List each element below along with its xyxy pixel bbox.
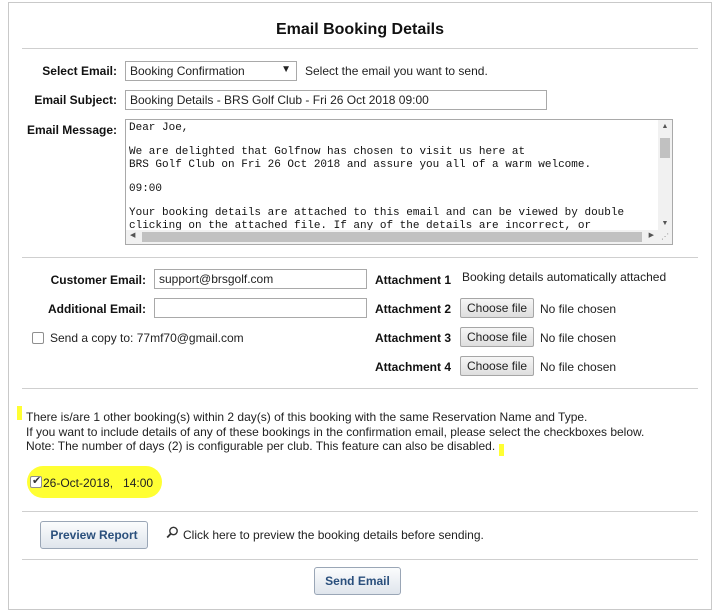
send-email-button[interactable]: Send Email	[314, 567, 401, 595]
highlight-mark	[17, 406, 22, 420]
attachment-4-label: Attachment 4	[375, 360, 452, 374]
magnifier-icon	[166, 526, 179, 542]
message-horizontal-scrollbar[interactable]: ◀ ▶	[126, 230, 658, 244]
email-booking-panel: Email Booking Details Select Email: Book…	[8, 2, 712, 610]
booking-item-checkbox[interactable]	[30, 474, 42, 488]
attachment-2-choose-file-button[interactable]: Choose file	[460, 298, 535, 318]
attachment-1-status: Booking details automatically attached	[462, 270, 667, 284]
attachment-1-label: Attachment 1	[375, 273, 452, 287]
scroll-thumb[interactable]	[660, 138, 670, 158]
divider	[22, 511, 698, 512]
other-bookings-line-1: There is/are 1 other booking(s) within 2…	[26, 410, 588, 424]
email-subject-input[interactable]	[125, 90, 547, 110]
email-message-textarea[interactable]: Dear Joe, We are delighted that Golfnow …	[125, 119, 673, 245]
send-copy-checkbox[interactable]	[32, 332, 44, 344]
divider	[22, 48, 698, 49]
attachment-3-label: Attachment 3	[375, 331, 452, 345]
highlight-mark	[499, 444, 504, 456]
select-email-label: Select Email:	[42, 64, 117, 78]
page-title: Email Booking Details	[275, 21, 445, 38]
scroll-left-icon[interactable]: ◀	[130, 231, 135, 239]
scroll-down-icon[interactable]: ▼	[658, 220, 672, 227]
divider	[22, 257, 698, 258]
attachment-3-choose-file-button[interactable]: Choose file	[460, 327, 535, 347]
dropdown-arrow-icon: ▼	[281, 64, 291, 75]
email-subject-label: Email Subject:	[34, 93, 117, 107]
send-copy-label: Send a copy to: 77mf70@gmail.com	[50, 331, 244, 345]
attachment-4-status: No file chosen	[540, 360, 617, 374]
scroll-right-icon[interactable]: ▶	[649, 231, 654, 239]
preview-report-button[interactable]: Preview Report	[40, 521, 148, 549]
attachment-2-label: Attachment 2	[375, 302, 452, 316]
select-email-hint: Select the email you want to send.	[305, 64, 488, 78]
email-message-text: Dear Joe, We are delighted that Golfnow …	[129, 122, 625, 232]
customer-email-input[interactable]	[154, 269, 367, 289]
scroll-up-icon[interactable]: ▲	[658, 123, 672, 130]
message-vertical-scrollbar[interactable]: ▲ ▼	[658, 120, 672, 230]
other-bookings-line-2: If you want to include details of any of…	[26, 425, 645, 439]
email-message-label: Email Message:	[26, 123, 117, 137]
other-bookings-line-3: Note: The number of days (2) is configur…	[26, 439, 496, 453]
attachment-3-status: No file chosen	[540, 331, 617, 345]
select-email-dropdown[interactable]: Booking Confirmation ▼	[125, 61, 297, 81]
attachment-2-status: No file chosen	[540, 302, 617, 316]
resize-handle-icon[interactable]: ⋰	[658, 230, 672, 244]
booking-item-label: 26-Oct-2018, 14:00	[43, 476, 154, 490]
preview-hint: Click here to preview the booking detail…	[183, 528, 484, 542]
customer-email-label: Customer Email:	[50, 273, 146, 287]
scroll-thumb-horizontal[interactable]	[142, 232, 642, 242]
additional-email-input[interactable]	[154, 298, 367, 318]
additional-email-label: Additional Email:	[47, 302, 146, 316]
divider	[22, 388, 698, 389]
select-email-value: Booking Confirmation	[130, 64, 245, 78]
attachment-4-choose-file-button[interactable]: Choose file	[460, 356, 535, 376]
divider	[22, 559, 698, 560]
